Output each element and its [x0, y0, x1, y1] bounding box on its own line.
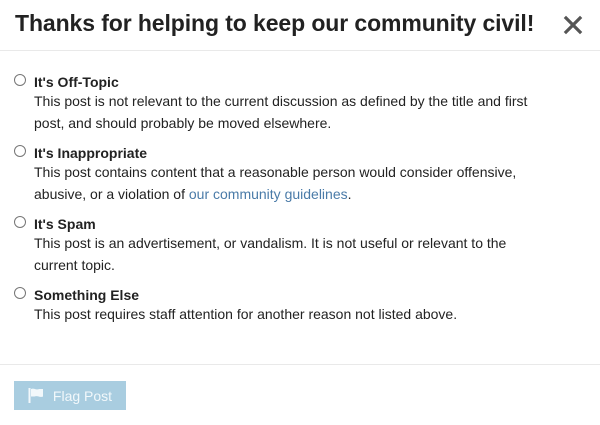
option-title[interactable]: It's Spam	[34, 215, 586, 233]
modal-header: Thanks for helping to keep our community…	[0, 0, 600, 51]
option-inappropriate: It's Inappropriate This post contains co…	[14, 144, 586, 205]
flag-post-button[interactable]: Flag Post	[14, 381, 126, 410]
description-suffix: .	[347, 185, 352, 202]
flag-icon	[28, 388, 44, 403]
option-title[interactable]: It's Inappropriate	[34, 144, 586, 162]
modal-body: It's Off-Topic This post is not relevant…	[0, 51, 600, 326]
option-spam: It's Spam This post is an advertisement,…	[14, 215, 586, 276]
modal-title: Thanks for helping to keep our community…	[15, 10, 535, 36]
option-description: This post is not relevant to the current…	[34, 93, 528, 131]
close-icon	[563, 15, 583, 35]
option-description: This post contains content that a reason…	[34, 162, 534, 205]
something-else-radio[interactable]	[14, 287, 26, 299]
flag-post-label: Flag Post	[52, 387, 113, 404]
option-something-else: Something Else This post requires staff …	[14, 286, 586, 326]
option-off-topic: It's Off-Topic This post is not relevant…	[14, 73, 586, 134]
option-title[interactable]: It's Off-Topic	[34, 73, 586, 91]
flag-modal: Thanks for helping to keep our community…	[0, 0, 600, 425]
option-description: This post requires staff attention for a…	[34, 306, 458, 322]
community-guidelines-link[interactable]: our community guidelines	[189, 186, 348, 202]
option-description: This post is an advertisement, or vandal…	[34, 235, 507, 273]
option-title[interactable]: Something Else	[34, 286, 586, 304]
off-topic-radio[interactable]	[14, 74, 26, 86]
spam-radio[interactable]	[14, 216, 26, 228]
inappropriate-radio[interactable]	[14, 145, 26, 157]
close-button[interactable]	[563, 15, 583, 35]
modal-footer: Flag Post	[0, 364, 600, 425]
